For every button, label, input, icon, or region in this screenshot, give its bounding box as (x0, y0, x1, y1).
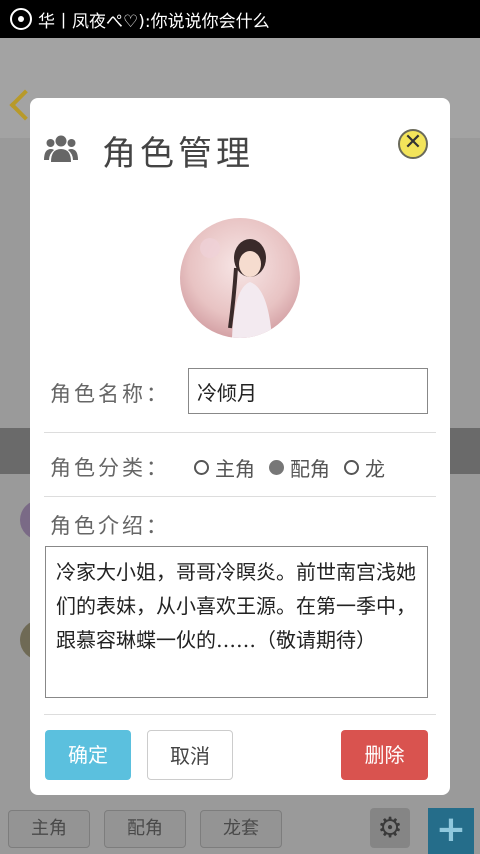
dialog-title: 角色管理 (102, 134, 254, 174)
tab-extra: 龙套 (200, 810, 282, 848)
radio-extra[interactable]: 龙 (344, 453, 385, 482)
status-bar: 华丨凤夜ぺ♡):你说说你会什么 (0, 0, 480, 38)
avatar[interactable] (180, 218, 300, 338)
radio-protagonist[interactable]: 主角 (194, 453, 255, 482)
role-name-input[interactable] (188, 368, 428, 414)
divider (44, 496, 436, 497)
confirm-button[interactable]: 确定 (45, 730, 131, 780)
notification-icon (10, 8, 32, 30)
gear-icon: ⚙ (370, 808, 410, 848)
status-text: 华丨凤夜ぺ♡):你说说你会什么 (38, 11, 270, 32)
divider (44, 432, 436, 433)
close-icon: ✕ (403, 130, 423, 155)
tab-protagonist: 主角 (8, 810, 90, 848)
delete-button[interactable]: 删除 (341, 730, 428, 780)
dialog-header: 角色管理 ✕ (30, 98, 450, 198)
radio-label: 配角 (290, 457, 330, 481)
close-button[interactable]: ✕ (398, 129, 428, 159)
radio-label: 龙 (365, 457, 385, 481)
radio-unchecked-icon (344, 460, 359, 475)
group-icon (44, 135, 78, 162)
category-label: 角色分类： (50, 456, 170, 480)
background-tabs: 主角 配角 龙套 (8, 810, 282, 848)
tab-supporting: 配角 (104, 810, 186, 848)
category-radio-group: 主角 配角 龙 (194, 453, 434, 482)
name-label: 角色名称： (50, 382, 170, 406)
intro-label: 角色介绍： (50, 514, 170, 538)
radio-label: 主角 (215, 457, 255, 481)
role-intro-textarea[interactable]: 冷家大小姐，哥哥冷瞑炎。前世南宫浅她们的表妹，从小喜欢王源。在第一季中，跟慕容琳… (45, 546, 428, 698)
radio-unchecked-icon (194, 460, 209, 475)
radio-supporting[interactable]: 配角 (269, 453, 330, 482)
radio-checked-icon (269, 460, 284, 475)
role-management-dialog: 角色管理 ✕ 角色名称： 角色分类： 主角 配角 龙 (30, 98, 450, 795)
divider (44, 714, 436, 715)
add-icon: + (428, 808, 474, 854)
cancel-button[interactable]: 取消 (147, 730, 233, 780)
